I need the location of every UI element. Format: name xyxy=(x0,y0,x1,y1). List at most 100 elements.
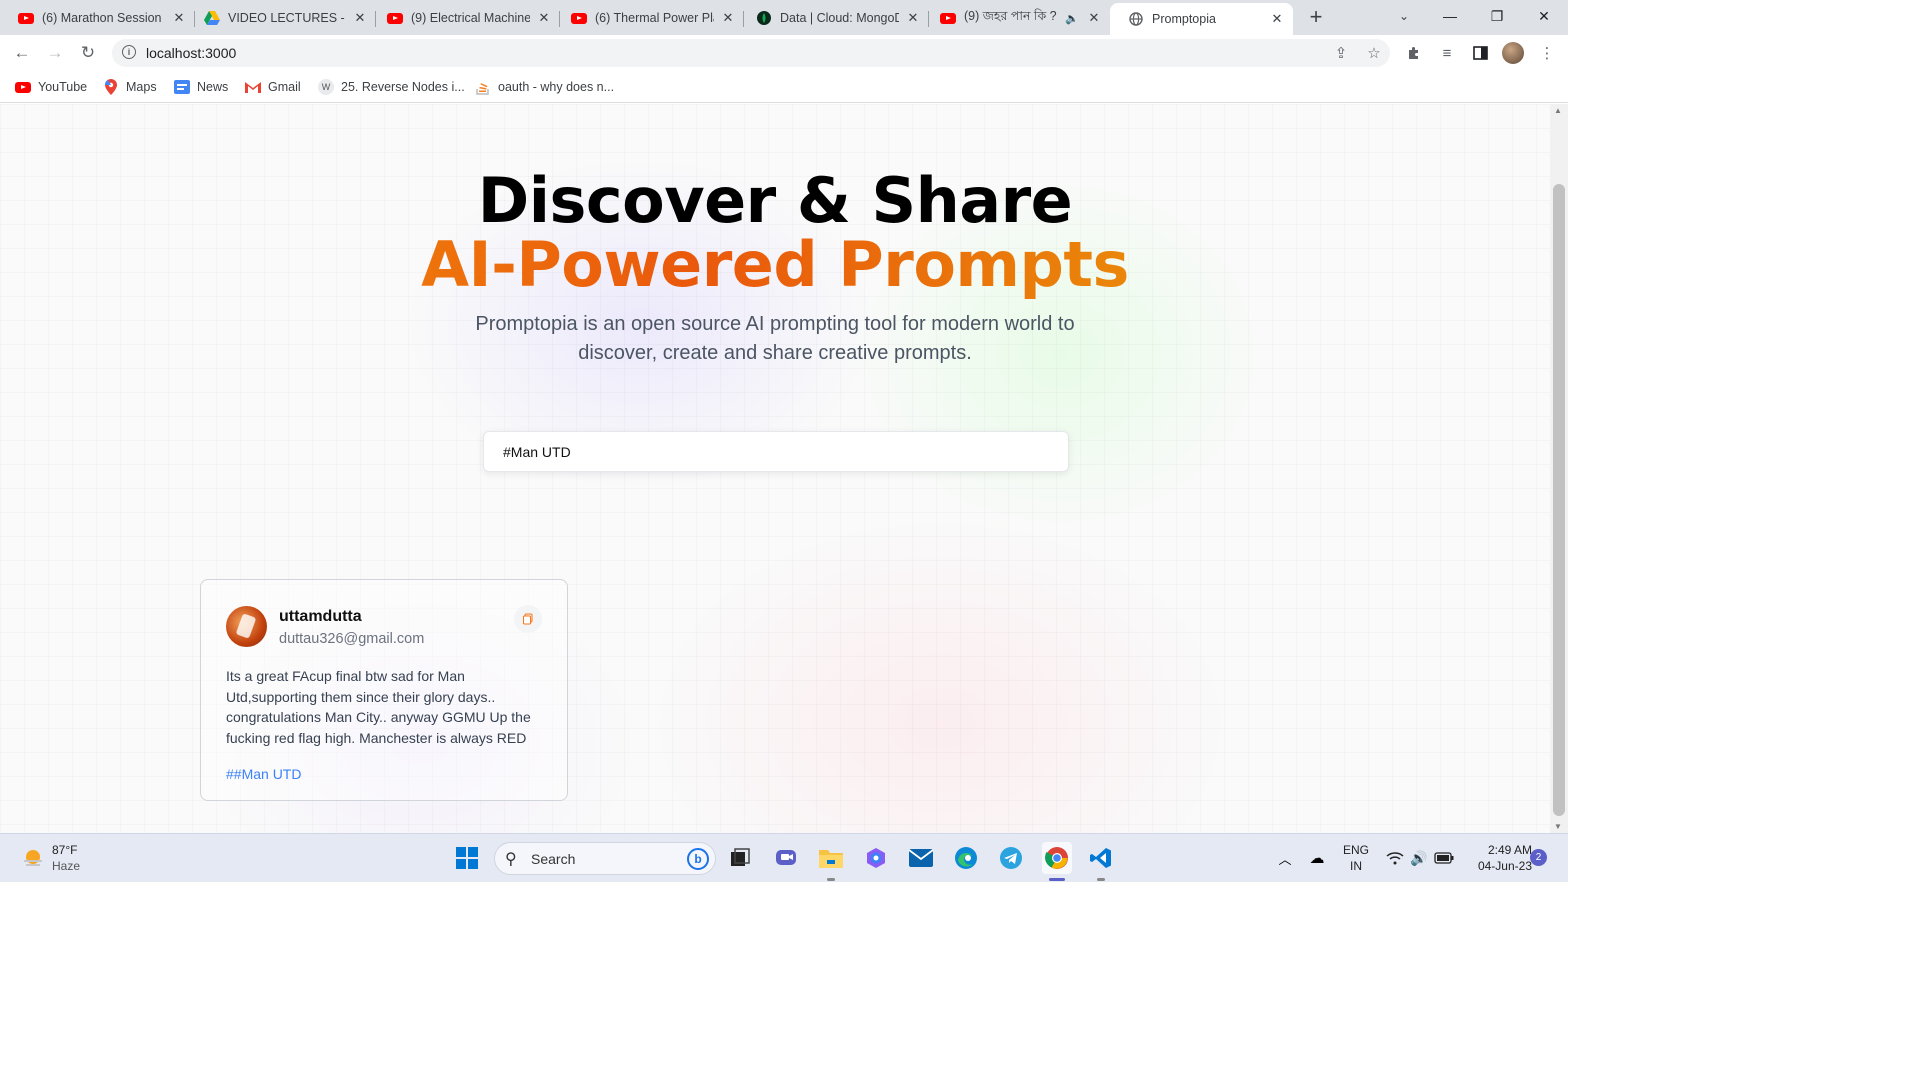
forward-arrow-icon[interactable]: → xyxy=(43,41,67,65)
google-drive-icon xyxy=(204,10,220,26)
copy-button[interactable] xyxy=(514,605,542,633)
bookmark-gmail[interactable]: Gmail xyxy=(245,78,301,96)
tab-video-lectures[interactable]: VIDEO LECTURES - Go ✕ xyxy=(186,3,376,33)
tab-label: VIDEO LECTURES - Go xyxy=(228,11,346,25)
address-bar[interactable]: i localhost:3000 xyxy=(112,39,1390,67)
file-explorer-icon[interactable] xyxy=(817,844,845,872)
site-info-icon[interactable]: i xyxy=(122,45,136,59)
bookmark-reverse-nodes[interactable]: W 25. Reverse Nodes i... xyxy=(318,78,465,96)
bookmark-news[interactable]: News xyxy=(174,78,228,96)
reload-icon[interactable]: ↻ xyxy=(76,41,100,65)
tab-bengali-video[interactable]: (9) জহর পান কি ? 🔈 ✕ xyxy=(922,3,1110,33)
restore-icon[interactable]: ❐ xyxy=(1474,0,1520,32)
weather-desc: Haze xyxy=(52,859,81,873)
bookmark-maps[interactable]: Maps xyxy=(103,78,157,96)
tab-label: (9) জহর পান কি ? xyxy=(964,9,1057,23)
page-content: Discover & Share AI-Powered Prompts Prom… xyxy=(0,104,1550,833)
windows-start-icon[interactable] xyxy=(453,844,481,872)
close-icon[interactable]: ✕ xyxy=(1269,11,1285,27)
close-icon[interactable]: ✕ xyxy=(905,10,921,26)
copy-icon xyxy=(523,613,533,625)
gmail-icon xyxy=(245,79,261,95)
back-arrow-icon[interactable]: ← xyxy=(10,41,34,65)
tray-chevron-up-icon[interactable]: ︿ xyxy=(1271,844,1299,872)
bookmark-label: Gmail xyxy=(268,80,301,94)
weather-widget[interactable]: 87°F Haze xyxy=(52,842,80,874)
prompt-username[interactable]: uttamdutta xyxy=(279,608,362,626)
scroll-up-arrow-icon[interactable]: ▲ xyxy=(1554,106,1562,115)
tab-label: (9) Electrical Machine xyxy=(411,11,530,25)
scroll-down-arrow-icon[interactable]: ▼ xyxy=(1554,822,1562,831)
prompt-card[interactable]: uttamdutta duttau326@gmail.com Its a gre… xyxy=(200,579,568,801)
tab-label: Promptopia xyxy=(1152,12,1216,26)
clock[interactable]: 2:49 AM 04-Jun-23 xyxy=(1462,842,1532,874)
bookmark-star-icon[interactable]: ☆ xyxy=(1364,43,1384,63)
tab-strip: (6) Marathon Session ✕ VIDEO LECTURES - … xyxy=(0,0,1568,35)
youtube-icon xyxy=(18,10,34,26)
language-indicator[interactable]: ENG IN xyxy=(1340,842,1372,874)
prompt-text: Its a great FAcup final btw sad for Man … xyxy=(226,668,531,746)
tab-promptopia[interactable]: Promptopia ✕ xyxy=(1110,3,1293,35)
close-icon[interactable]: ✕ xyxy=(536,10,552,26)
weather-haze-icon[interactable] xyxy=(19,845,47,873)
bookmark-label: News xyxy=(197,80,229,94)
wiki-icon: W xyxy=(318,79,334,95)
teams-chat-icon[interactable] xyxy=(772,844,800,872)
mail-icon[interactable] xyxy=(907,844,935,872)
hero-title: Discover & Share xyxy=(477,164,1073,237)
share-icon[interactable]: ⇪ xyxy=(1331,43,1351,63)
new-tab-plus-icon[interactable]: + xyxy=(1302,4,1330,29)
hero-description: Promptopia is an open source AI promptin… xyxy=(475,313,1075,364)
speaker-icon[interactable]: 🔈 xyxy=(1064,10,1080,26)
volume-icon[interactable]: 🔊 xyxy=(1405,844,1433,872)
prompt-tag[interactable]: ##Man UTD xyxy=(226,766,301,782)
avatar[interactable] xyxy=(226,606,267,647)
bing-icon[interactable]: b xyxy=(687,848,709,870)
bookmark-oauth[interactable]: oauth - why does n... xyxy=(475,78,614,96)
chrome-icon[interactable] xyxy=(1042,842,1072,874)
prompt-email: duttau326@gmail.com xyxy=(279,631,425,647)
bookmark-label: oauth - why does n... xyxy=(498,80,615,94)
edge-browser-icon[interactable] xyxy=(952,844,980,872)
weather-temp: 87°F xyxy=(52,843,78,857)
tab-electrical-machine[interactable]: (9) Electrical Machine ✕ xyxy=(369,3,560,33)
side-panel-icon[interactable] xyxy=(1470,43,1490,63)
close-icon[interactable]: ✕ xyxy=(352,10,368,26)
telegram-icon[interactable] xyxy=(997,844,1025,872)
page-scrollbar[interactable]: ▲ ▼ xyxy=(1550,104,1568,833)
explorer-running-indicator xyxy=(827,878,835,881)
close-icon[interactable]: ✕ xyxy=(1086,10,1102,26)
tab-thermal-power[interactable]: (6) Thermal Power Pla ✕ xyxy=(553,3,744,33)
youtube-icon xyxy=(387,10,403,26)
menu-kebab-icon[interactable]: ⋮ xyxy=(1537,43,1557,63)
tab-label: (6) Thermal Power Pla xyxy=(595,11,714,25)
clock-date: 04-Jun-23 xyxy=(1477,859,1532,873)
search-input[interactable]: #Man UTD xyxy=(483,431,1069,472)
bookmarks-bar: YouTube Maps News Gmail W 25. Reverse No… xyxy=(0,71,1568,103)
task-view-icon[interactable] xyxy=(726,844,754,872)
copilot-icon[interactable] xyxy=(862,844,890,872)
globe-icon xyxy=(1128,11,1144,27)
onedrive-offline-icon[interactable]: ☁ xyxy=(1303,844,1331,872)
battery-icon[interactable] xyxy=(1430,844,1458,872)
tab-mongodb[interactable]: Data | Cloud: MongoD ✕ xyxy=(738,3,929,33)
profile-avatar[interactable] xyxy=(1502,42,1524,64)
scrollbar-thumb[interactable] xyxy=(1553,184,1565,816)
taskbar-search-box[interactable]: ⚲ Search b xyxy=(494,842,716,875)
bookmark-youtube[interactable]: YouTube xyxy=(15,78,87,96)
tab-search-chevron-icon[interactable]: ⌄ xyxy=(1392,5,1416,27)
vscode-icon[interactable] xyxy=(1087,844,1115,872)
extensions-puzzle-icon[interactable] xyxy=(1404,43,1424,63)
tab-label: (6) Marathon Session xyxy=(42,11,162,25)
windows-taskbar: 87°F Haze ⚲ Search b ︿ ☁ ENG IN 🔊 2:49 A… xyxy=(0,833,1568,882)
tab-marathon-session[interactable]: (6) Marathon Session ✕ xyxy=(0,3,195,33)
close-icon[interactable]: ✕ xyxy=(171,10,187,26)
vscode-running-indicator xyxy=(1097,878,1105,881)
window-close-icon[interactable]: ✕ xyxy=(1521,0,1567,32)
media-control-icon[interactable]: ≡ xyxy=(1437,43,1457,63)
mongodb-icon xyxy=(756,10,772,26)
minimize-icon[interactable]: — xyxy=(1427,0,1473,32)
bookmark-label: Maps xyxy=(126,80,157,94)
close-icon[interactable]: ✕ xyxy=(720,10,736,26)
notification-badge[interactable]: 2 xyxy=(1530,849,1547,866)
